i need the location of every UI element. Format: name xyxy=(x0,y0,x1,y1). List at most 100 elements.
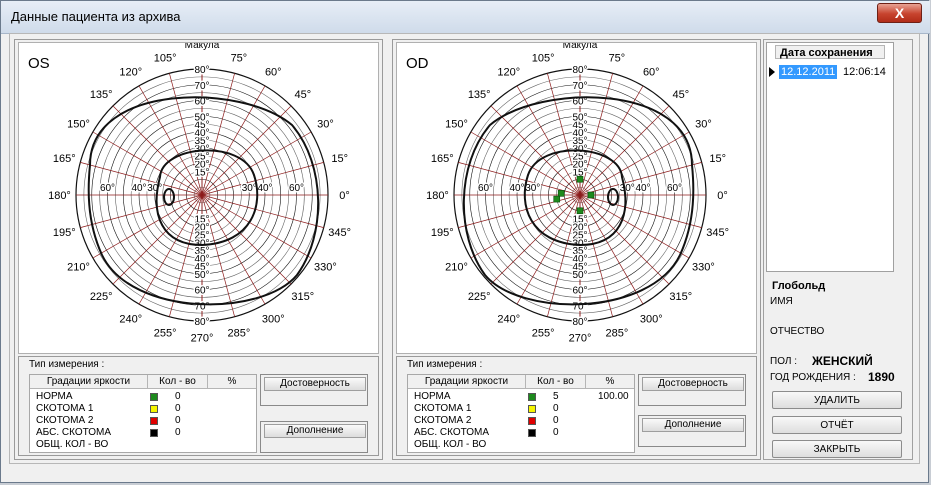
angle-label: 150° xyxy=(67,119,90,131)
patient-patronymic-label: ОТЧЕСТВО xyxy=(770,326,825,337)
radius-tick-label: 60° xyxy=(667,183,682,194)
angle-label: 285° xyxy=(606,328,629,340)
od-row-scotoma1: СКОТОМА 1 0 xyxy=(408,403,634,415)
angle-label: 285° xyxy=(228,328,251,340)
os-legend-table: Градации яркости Кол - во % НОРМА 0 СКОТ… xyxy=(29,374,257,453)
angle-label: 15° xyxy=(331,153,348,165)
grid-spoke xyxy=(458,194,581,228)
angle-label: 180° xyxy=(48,190,71,202)
delete-button[interactable]: УДАЛИТЬ xyxy=(772,391,902,409)
angle-label: 135° xyxy=(90,89,113,101)
archive-date-header[interactable]: Дата сохранения xyxy=(775,45,885,59)
angle-label: 135° xyxy=(468,89,491,101)
od-row-abs-scotoma: АБС. СКОТОМА 0 xyxy=(408,427,634,439)
od-row-name: НОРМА xyxy=(414,391,451,402)
angle-label: 30° xyxy=(317,119,334,131)
radius-tick-label: 60° xyxy=(100,183,115,194)
angle-label: 210° xyxy=(445,261,468,273)
radius-tick-label: 30° xyxy=(242,183,257,194)
od-swatch-abs-scotoma xyxy=(528,429,536,437)
grid-spoke xyxy=(112,105,203,196)
angle-label: 240° xyxy=(119,313,142,325)
os-row-count: 0 xyxy=(175,391,181,402)
archive-date-row[interactable]: 12.12.2011 12:06:14 xyxy=(769,65,893,79)
radius-tick-label: 40° xyxy=(131,183,146,194)
od-panel: OD 0° 15° 30° 45° 60° 75° 105° 120° 135° 150° 165°… xyxy=(392,39,761,460)
measurement-point xyxy=(576,175,584,183)
radius-tick-label: 30° xyxy=(620,183,635,194)
os-row-scotoma2: СКОТОМА 2 0 xyxy=(30,415,256,427)
grid-spoke xyxy=(579,105,670,196)
od-swatch-norm xyxy=(528,393,536,401)
od-row-name: АБС. СКОТОМА xyxy=(414,427,490,438)
grid-spoke xyxy=(490,194,581,285)
angle-label: 165° xyxy=(53,153,76,165)
angle-label: 30° xyxy=(695,119,712,131)
os-perimetry-chart: 0° 15° 30° 45° 60° 75° 105° 120° 135° 150° 165° 180… xyxy=(48,43,351,345)
archive-date-list[interactable]: Дата сохранения 12.12.2011 12:06:14 xyxy=(766,42,894,272)
os-row-total: ОБЩ. КОЛ - ВО xyxy=(30,439,256,451)
angle-label: 105° xyxy=(532,52,555,64)
angle-label: 150° xyxy=(445,119,468,131)
radius-tick-label: 50° xyxy=(572,112,587,123)
angle-label: 315° xyxy=(291,291,314,303)
od-row-name: СКОТОМА 2 xyxy=(414,415,472,426)
od-header-pct: % xyxy=(586,375,634,389)
os-addition-button[interactable]: Дополнение xyxy=(264,424,366,438)
od-header-grade: Градации яркости xyxy=(408,375,526,389)
os-panel: OS 0° 15° 30° 45° 60° 75° 105° 120° 135° 150° 165°… xyxy=(14,39,383,460)
angle-label: 345° xyxy=(706,227,729,239)
od-reliability-button[interactable]: Достоверность xyxy=(642,377,744,391)
angle-label: 165° xyxy=(431,153,454,165)
grid-spoke xyxy=(579,194,702,228)
os-row-name: СКОТОМА 2 xyxy=(36,415,94,426)
os-header-grade: Градации яркости xyxy=(30,375,148,389)
grid-spoke xyxy=(201,194,324,228)
measurement-point xyxy=(553,195,561,203)
angle-label: 225° xyxy=(90,291,113,303)
grid-spoke xyxy=(80,194,203,228)
angle-label: 105° xyxy=(154,52,177,64)
archive-date[interactable]: 12.12.2011 xyxy=(779,65,838,79)
os-header-count: Кол - во xyxy=(148,375,208,389)
angle-label: 330° xyxy=(692,261,715,273)
os-swatch-abs-scotoma xyxy=(150,429,158,437)
angle-label: 120° xyxy=(119,67,142,79)
od-row-count: 0 xyxy=(553,427,559,438)
radius-tick-label: 30° xyxy=(147,183,162,194)
od-swatch-scotoma1 xyxy=(528,405,536,413)
angle-label: 255° xyxy=(154,328,177,340)
angle-label: 15° xyxy=(709,153,726,165)
angle-label: 120° xyxy=(497,67,520,79)
od-row-count: 0 xyxy=(553,403,559,414)
os-reliability-box: Достоверность xyxy=(260,374,368,406)
radius-tick-label: 80° xyxy=(194,65,209,76)
od-addition-button[interactable]: Дополнение xyxy=(642,418,744,432)
patient-surname: Глобольд xyxy=(772,280,826,292)
radius-tick-label: 80° xyxy=(572,65,587,76)
close-button[interactable]: ЗАКРЫТЬ xyxy=(772,440,902,458)
patient-name-label: ИМЯ xyxy=(770,296,793,307)
angle-label: 45° xyxy=(294,89,311,101)
os-reliability-button[interactable]: Достоверность xyxy=(264,377,366,391)
angle-label: 300° xyxy=(640,313,663,325)
archive-time[interactable]: 12:06:14 xyxy=(843,65,886,79)
angle-label: 315° xyxy=(669,291,692,303)
os-plot-area: OS 0° 15° 30° 45° 60° 75° 105° 120° 135° 150° 165°… xyxy=(18,42,379,354)
angle-label: 180° xyxy=(426,190,449,202)
angle-label: 345° xyxy=(328,227,351,239)
report-button[interactable]: ОТЧЁТ xyxy=(772,416,902,434)
row-pointer-icon xyxy=(769,67,775,77)
window-close-button[interactable]: X xyxy=(877,3,922,23)
radius-tick-label: 70° xyxy=(194,81,209,92)
archive-window: Данные пациента из архива X OS 0° 15° 30° 4… xyxy=(0,0,930,483)
radius-tick-label: 60° xyxy=(572,286,587,297)
angle-label: 0° xyxy=(339,190,350,202)
angle-label: 195° xyxy=(53,227,76,239)
od-row-total: ОБЩ. КОЛ - ВО xyxy=(408,439,634,451)
od-reliability-box: Достоверность xyxy=(638,374,746,406)
radius-tick-label: 80° xyxy=(194,317,209,328)
os-row-scotoma1: СКОТОМА 1 0 xyxy=(30,403,256,415)
os-row-count: 0 xyxy=(175,427,181,438)
radius-tick-label: 40° xyxy=(635,183,650,194)
